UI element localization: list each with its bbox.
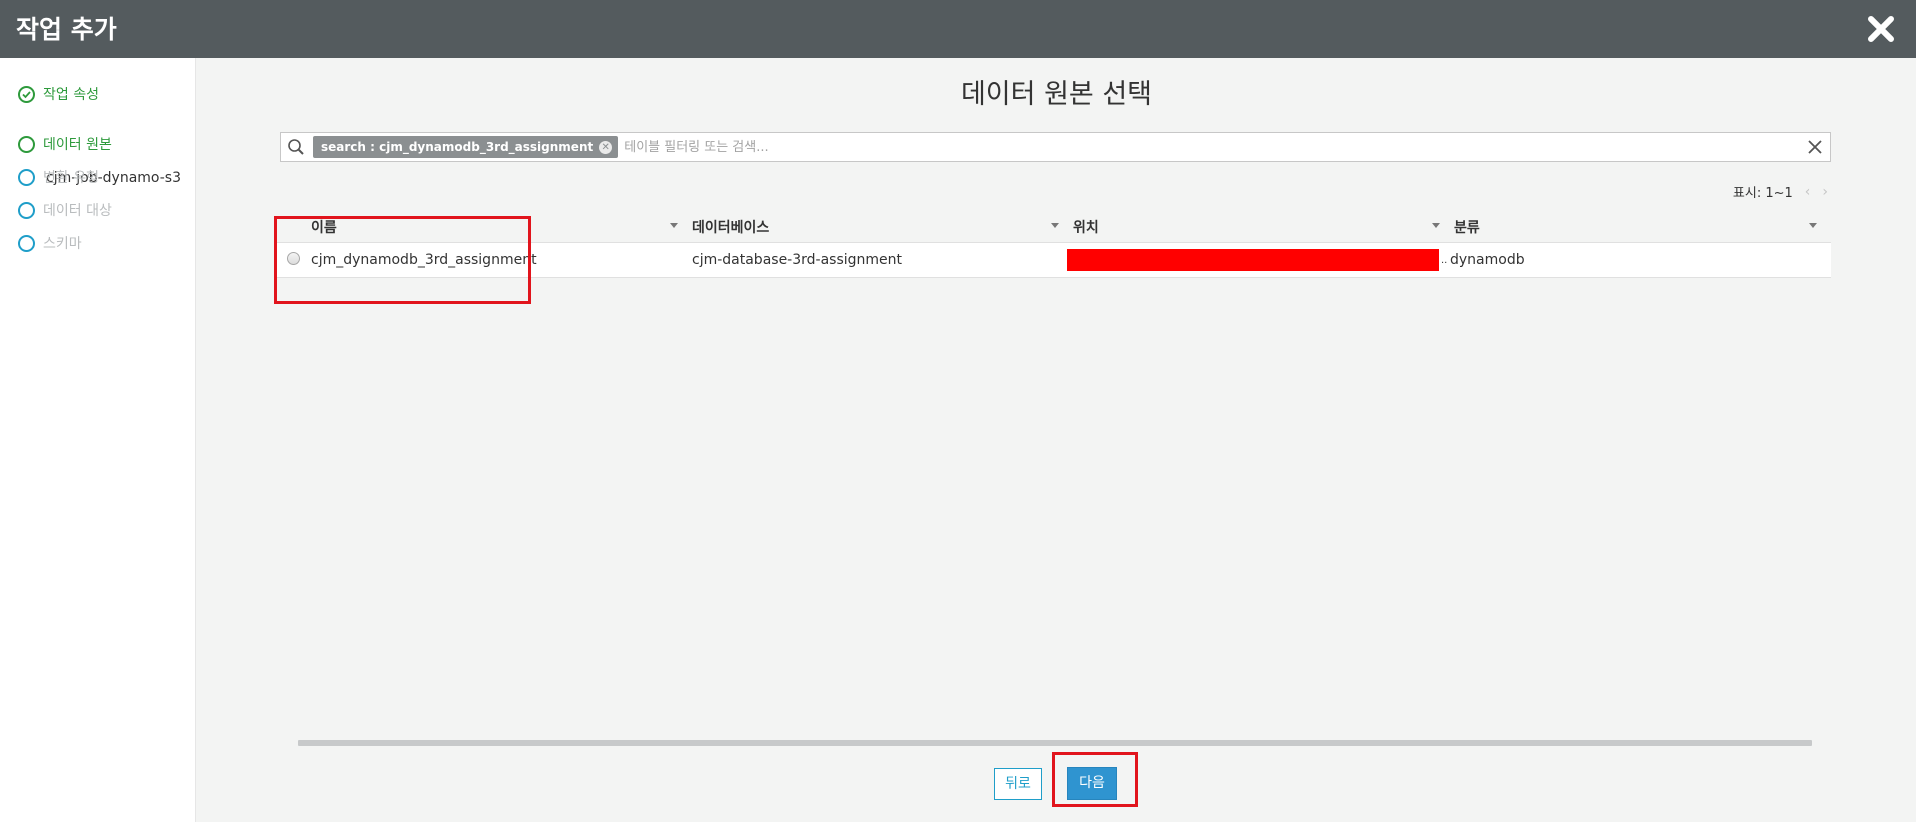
window-title: 작업 추가 xyxy=(16,15,117,44)
pagination-label: 표시: 1~1 xyxy=(1732,186,1793,201)
redaction-block xyxy=(1067,249,1439,271)
search-icon xyxy=(281,132,311,162)
clear-search-icon[interactable] xyxy=(1800,132,1830,162)
title-bar: 작업 추가 xyxy=(0,0,1916,58)
wizard-sidebar: 작업 속성 cjm-job-dynamo-s3 데이터 원본 변환 유형 데이터… xyxy=(0,58,196,822)
prev-page-icon[interactable]: ‹ xyxy=(1805,184,1811,200)
step-transform-type: 변환 유형 xyxy=(18,167,99,187)
sort-icon xyxy=(1051,223,1059,228)
step-label: 데이터 원본 xyxy=(43,137,112,153)
step-label: 작업 속성 xyxy=(43,87,99,103)
step-job-properties[interactable]: 작업 속성 xyxy=(18,84,99,104)
main-panel: 데이터 원본 선택 search : cjm_dynamodb_3rd_assi… xyxy=(197,58,1916,822)
remove-filter-icon[interactable]: ✕ xyxy=(599,140,613,154)
column-header-database[interactable]: 데이터베이스 xyxy=(692,209,1073,242)
step-circle-icon xyxy=(18,234,35,252)
scrollbar-thumb[interactable] xyxy=(298,740,1812,746)
sort-icon xyxy=(1809,223,1817,228)
step-data-target: 데이터 대상 xyxy=(18,200,112,220)
search-input[interactable] xyxy=(624,134,1800,160)
location-truncation: .. xyxy=(1441,254,1448,266)
step-label: 변환 유형 xyxy=(43,170,99,186)
page-title: 데이터 원본 선택 xyxy=(960,79,1153,110)
cell-classification: dynamodb xyxy=(1450,252,1525,268)
back-button[interactable]: 뒤로 xyxy=(994,768,1042,800)
step-circle-icon xyxy=(18,135,35,153)
chip-label: search : cjm_dynamodb_3rd_assignment xyxy=(321,140,594,154)
step-label: 스키마 xyxy=(43,236,82,252)
step-circle-icon xyxy=(18,201,35,219)
cell-database: cjm-database-3rd-assignment xyxy=(692,252,903,268)
highlight-box-name-column xyxy=(274,216,531,304)
horizontal-scrollbar[interactable] xyxy=(280,739,1830,747)
check-icon xyxy=(18,85,35,103)
sort-icon xyxy=(1432,223,1440,228)
table-search-bar[interactable]: search : cjm_dynamodb_3rd_assignment ✕ xyxy=(280,132,1831,162)
step-label: 데이터 대상 xyxy=(43,203,112,219)
cell-location: .. xyxy=(1067,249,1448,271)
step-data-source[interactable]: 데이터 원본 xyxy=(18,134,112,154)
step-circle-icon xyxy=(18,168,35,186)
search-filter-chip[interactable]: search : cjm_dynamodb_3rd_assignment ✕ xyxy=(313,136,619,158)
highlight-box-next-button xyxy=(1052,752,1138,807)
step-schema: 스키마 xyxy=(18,233,82,253)
next-page-icon[interactable]: › xyxy=(1822,184,1828,200)
column-header-location[interactable]: 위치 xyxy=(1073,209,1454,242)
sort-icon xyxy=(670,223,678,228)
close-icon[interactable] xyxy=(1864,12,1898,46)
column-header-classification[interactable]: 분류 xyxy=(1454,209,1831,242)
pagination: 표시: 1~1 ‹ › xyxy=(1732,182,1828,202)
